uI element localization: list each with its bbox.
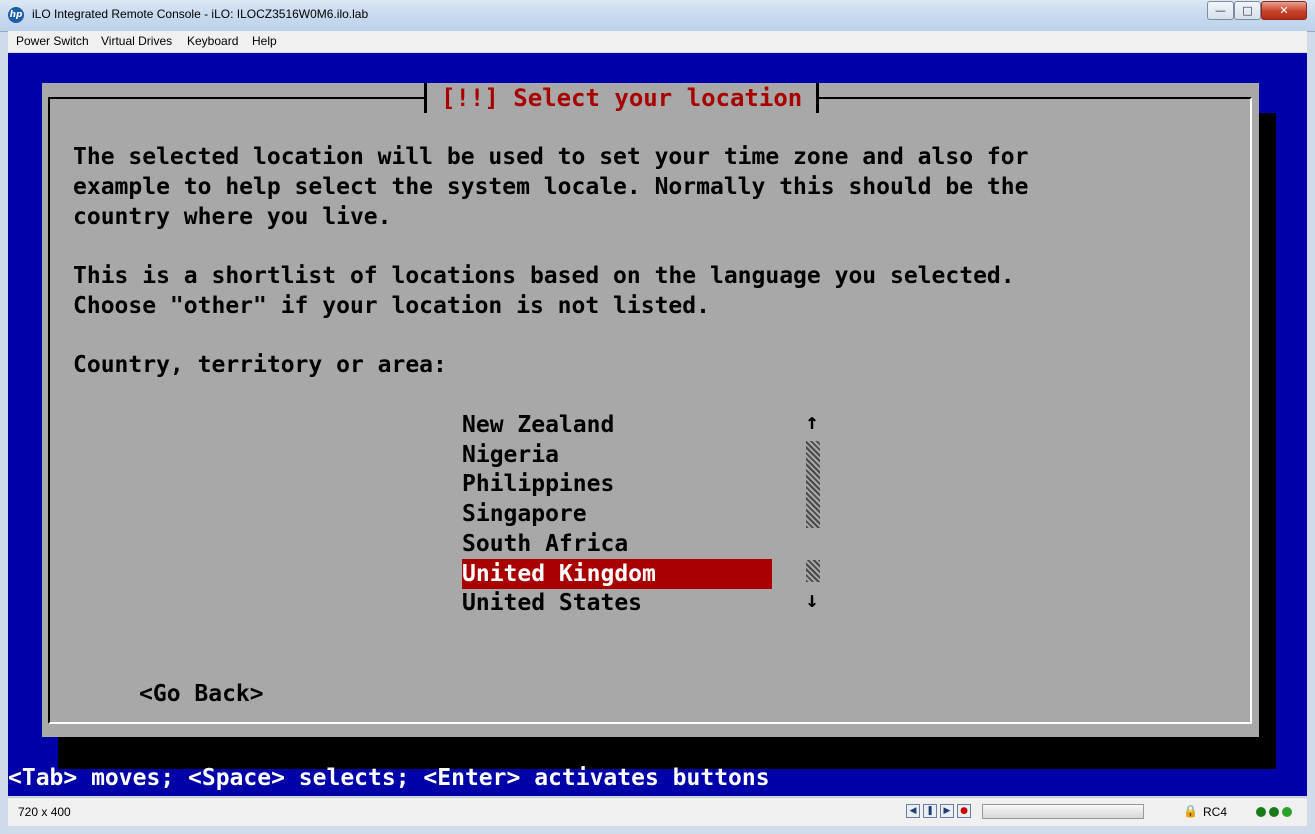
country-option-selected[interactable]: United Kingdom bbox=[462, 559, 772, 589]
play-icon[interactable]: ▶ bbox=[940, 804, 954, 818]
close-icon: ✕ bbox=[1279, 4, 1289, 17]
country-option[interactable]: Singapore bbox=[462, 499, 772, 529]
location-dialog: [!!] Select your location The selected l… bbox=[42, 83, 1259, 737]
record-icon[interactable]: ● bbox=[957, 804, 971, 818]
country-prompt: Country, territory or area: bbox=[73, 352, 447, 378]
scroll-down-arrow-icon[interactable]: ↓ bbox=[804, 588, 820, 613]
menu-power-switch[interactable]: Power Switch bbox=[16, 34, 89, 48]
go-back-button[interactable]: <Go Back> bbox=[139, 679, 264, 709]
remote-console-screen[interactable]: [!!] Select your location The selected l… bbox=[8, 53, 1307, 796]
status-bar: 720 x 400 ◀ ❚ ▶ ● 🔒 RC4 bbox=[8, 797, 1307, 826]
pause-icon[interactable]: ❚ bbox=[923, 804, 937, 818]
minimize-button[interactable]: — bbox=[1207, 1, 1234, 20]
screen-resolution: 720 x 400 bbox=[18, 805, 71, 819]
window-title-bar: hp iLO Integrated Remote Console - iLO: … bbox=[0, 0, 1315, 32]
playback-slider[interactable] bbox=[982, 804, 1144, 819]
description-line: example to help select the system locale… bbox=[73, 174, 1029, 200]
lock-icon: 🔒 bbox=[1183, 804, 1198, 818]
status-led-icon bbox=[1269, 807, 1279, 817]
dialog-title: [!!] Select your location bbox=[424, 83, 820, 113]
close-button[interactable]: ✕ bbox=[1261, 1, 1307, 20]
country-option[interactable]: Philippines bbox=[462, 469, 772, 499]
scroll-up-arrow-icon[interactable]: ↑ bbox=[804, 410, 820, 435]
shortlist-line: This is a shortlist of locations based o… bbox=[73, 263, 1015, 289]
minimize-icon: — bbox=[1215, 4, 1226, 17]
status-led-icon bbox=[1282, 807, 1292, 817]
country-option[interactable]: Nigeria bbox=[462, 440, 772, 470]
scrollbar-track[interactable] bbox=[806, 560, 820, 582]
scrollbar-track[interactable] bbox=[806, 441, 820, 528]
description-line: The selected location will be used to se… bbox=[73, 144, 1029, 170]
window-title: iLO Integrated Remote Console - iLO: ILO… bbox=[32, 7, 369, 21]
menu-keyboard[interactable]: Keyboard bbox=[187, 34, 238, 48]
hp-logo-icon: hp bbox=[8, 7, 24, 23]
status-led-icon bbox=[1256, 807, 1266, 817]
country-option[interactable]: New Zealand bbox=[462, 410, 772, 440]
encryption-label: RC4 bbox=[1203, 805, 1228, 819]
menu-virtual-drives[interactable]: Virtual Drives bbox=[101, 34, 172, 48]
maximize-button[interactable]: □ bbox=[1234, 1, 1261, 20]
menu-bar: Power Switch Virtual Drives Keyboard Hel… bbox=[8, 31, 1307, 53]
description-line: country where you live. bbox=[73, 204, 392, 230]
help-line: <Tab> moves; <Space> selects; <Enter> ac… bbox=[8, 765, 770, 791]
country-option[interactable]: United States bbox=[462, 588, 772, 618]
shortlist-line: Choose "other" if your location is not l… bbox=[73, 293, 710, 319]
country-option[interactable]: South Africa bbox=[462, 529, 772, 559]
skip-back-icon[interactable]: ◀ bbox=[906, 804, 920, 818]
menu-help[interactable]: Help bbox=[252, 34, 277, 48]
maximize-icon: □ bbox=[1242, 4, 1253, 17]
